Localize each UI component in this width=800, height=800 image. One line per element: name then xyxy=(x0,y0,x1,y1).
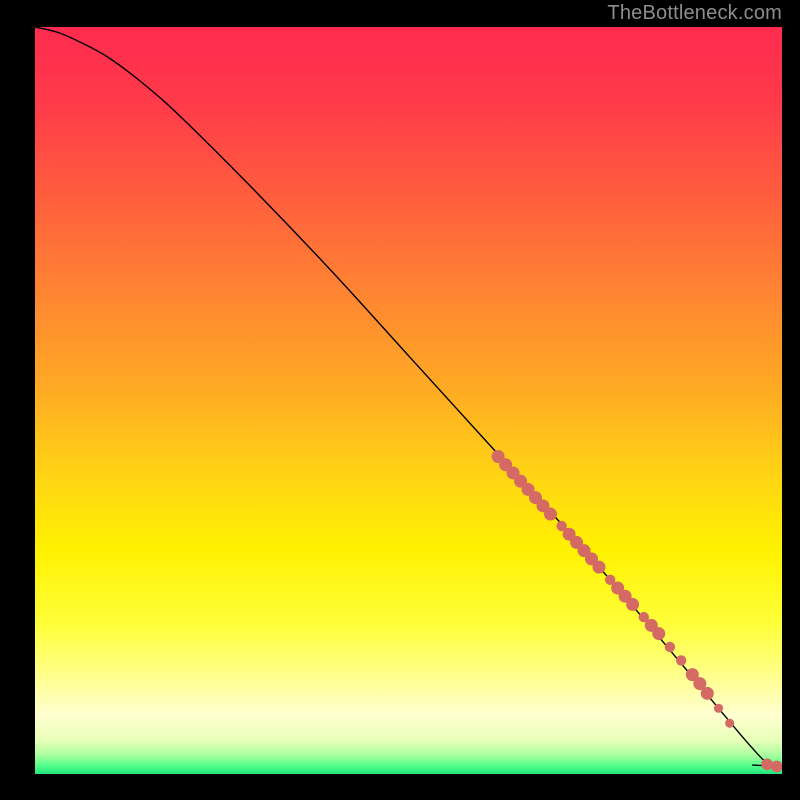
scatter-point xyxy=(626,598,639,611)
scatter-point xyxy=(761,758,773,770)
scatter-point xyxy=(676,655,686,665)
attribution-text: TheBottleneck.com xyxy=(607,2,782,25)
scatter-point xyxy=(714,704,723,713)
scatter-point xyxy=(665,642,675,652)
gradient-background xyxy=(35,27,782,774)
plot-area xyxy=(35,27,782,774)
chart-svg xyxy=(35,27,782,774)
scatter-point xyxy=(652,627,665,640)
scatter-point xyxy=(701,687,714,700)
chart-frame: { "attribution": "TheBottleneck.com", "c… xyxy=(0,0,800,800)
scatter-point xyxy=(725,719,734,728)
scatter-point xyxy=(544,508,557,521)
scatter-point xyxy=(592,561,605,574)
